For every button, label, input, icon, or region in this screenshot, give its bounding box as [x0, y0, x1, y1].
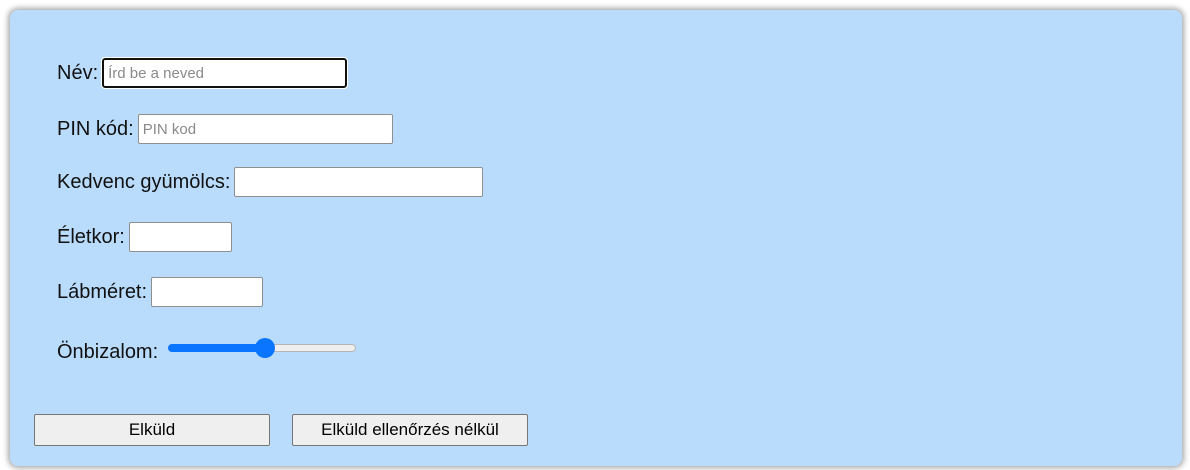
slider-thumb[interactable] [255, 338, 276, 358]
age-label: Életkor: [57, 225, 125, 248]
age-row: Életkor: [57, 222, 232, 252]
confidence-slider[interactable] [168, 336, 357, 360]
name-row: Név: [57, 57, 349, 89]
submit-without-validation-button[interactable]: Elküld ellenőrzés nélkül [292, 414, 528, 446]
fruit-row: Kedvenc gyümölcs: [57, 167, 484, 197]
name-label: Név: [57, 61, 99, 84]
fruit-input[interactable] [234, 167, 484, 197]
pin-label: PIN kód: [57, 117, 134, 140]
age-input[interactable] [128, 222, 232, 252]
slider-fill [168, 344, 266, 352]
submit-without-validation-label: Elküld ellenőrzés nélkül [321, 420, 499, 439]
pin-input[interactable] [137, 114, 393, 144]
shoe-size-input[interactable] [151, 277, 264, 307]
pin-row: PIN kód: [57, 114, 393, 144]
submit-button-label: Elküld [128, 420, 176, 439]
shoe-size-label: Lábméret: [57, 280, 148, 303]
submit-button[interactable]: Elküld [34, 414, 270, 446]
name-input[interactable] [101, 57, 349, 89]
fruit-label: Kedvenc gyümölcs: [57, 170, 231, 193]
confidence-label: Önbizalom: [57, 340, 159, 363]
form-panel: Név: PIN kód: Kedvenc gyümölcs: Életkor:… [10, 10, 1182, 466]
confidence-row: Önbizalom: [57, 338, 357, 364]
shoe-size-row: Lábméret: [57, 277, 264, 307]
